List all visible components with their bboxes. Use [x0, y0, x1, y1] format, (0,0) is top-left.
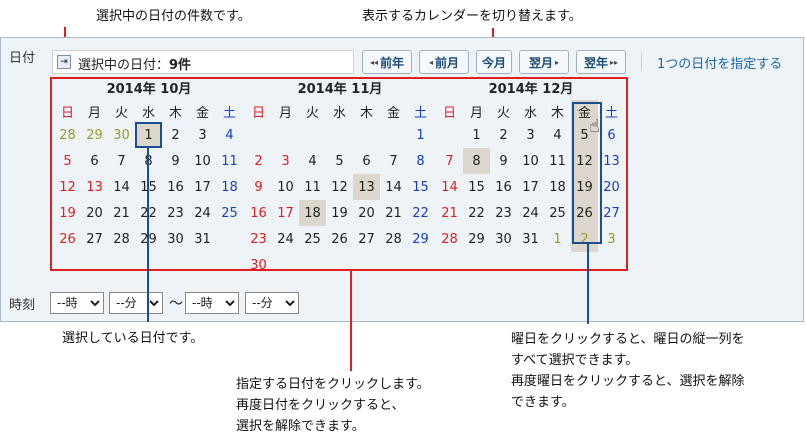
next-year-button[interactable]: 翌年 ▸▸	[576, 50, 626, 74]
next-month-button[interactable]: 翌月 ▸	[519, 50, 569, 74]
annotation-switch: 表示するカレンダーを切り替えます。	[362, 9, 582, 24]
divider	[641, 53, 642, 69]
annotation-line	[147, 148, 149, 322]
annotation-click-weekday: 曜日をクリックすると、曜日の縦一列を すべて選択できます。 再度曜日をクリックす…	[511, 332, 745, 410]
double-left-icon: ◂◂	[369, 57, 378, 67]
double-right-icon: ▸▸	[609, 57, 619, 67]
tilde: 〜	[169, 296, 183, 312]
calendar-highlight-frame	[50, 77, 628, 271]
date-label: 日付	[9, 51, 36, 66]
end-hour-select[interactable]: --時	[185, 292, 239, 314]
hand-cursor-icon: ☝	[589, 116, 600, 137]
this-month-button[interactable]: 今月	[476, 50, 512, 74]
annotation-click-date: 指定する日付をクリックします。 再度日付をクリックすると、 選択を解除できます。	[236, 377, 430, 434]
annotation-line	[350, 271, 352, 371]
selected-count: 選択中の日付：9件	[78, 58, 192, 73]
prev-month-button[interactable]: ◂ 前月	[419, 50, 469, 74]
annotation-line	[587, 244, 589, 324]
time-label: 時刻	[9, 298, 36, 313]
start-hour-select[interactable]: --時	[50, 292, 104, 314]
start-minute-select[interactable]: --分	[109, 292, 163, 314]
end-minute-select[interactable]: --分	[245, 292, 299, 314]
annotation-selected-date: 選択している日付です。	[62, 331, 204, 346]
prev-year-button[interactable]: ◂◂ 前年	[362, 50, 412, 74]
left-icon: ◂	[428, 57, 433, 67]
annotation-count: 選択中の日付の件数です。	[96, 9, 251, 24]
right-icon: ▸	[555, 57, 560, 67]
specify-single-date-link[interactable]: 1つの日付を指定する	[657, 53, 782, 72]
expand-icon[interactable]: ⇥	[57, 55, 71, 69]
